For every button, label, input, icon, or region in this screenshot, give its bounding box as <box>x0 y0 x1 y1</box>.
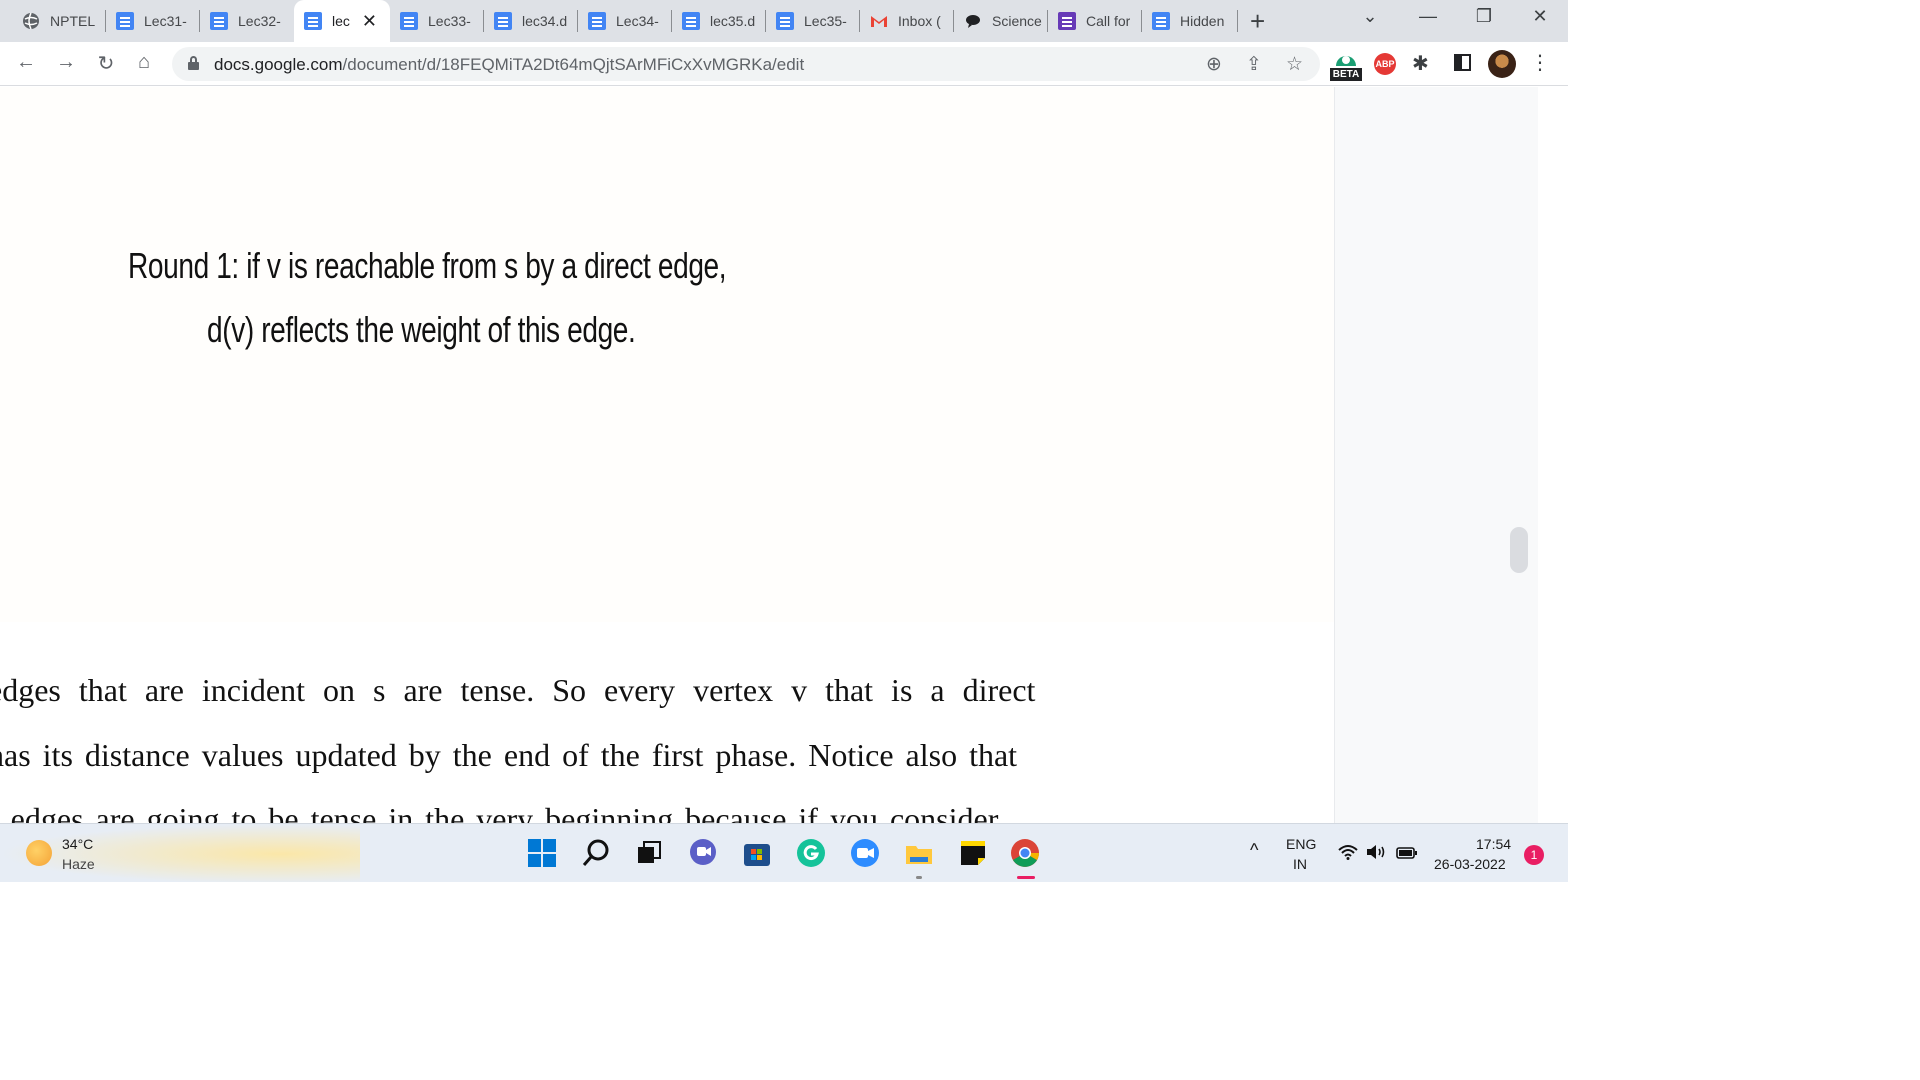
side-panel-icon[interactable] <box>1454 54 1471 71</box>
language-region[interactable]: IN <box>1293 856 1307 872</box>
close-tab-icon[interactable]: ✕ <box>362 11 377 32</box>
tab-lec34[interactable]: Lec34- <box>578 0 672 42</box>
notification-badge[interactable]: 1 <box>1524 845 1544 865</box>
chat-icon <box>966 15 980 28</box>
tab-lec31[interactable]: Lec31- <box>106 0 200 42</box>
active-app-indicator <box>1017 876 1035 879</box>
back-icon[interactable]: ← <box>12 51 40 74</box>
docs-icon <box>494 12 512 30</box>
adblock-icon[interactable]: ABP <box>1374 53 1396 75</box>
tab-lec35-doc[interactable]: lec35.d <box>672 0 766 42</box>
url-text[interactable]: docs.google.com/document/d/18FEQMiTA2Dt6… <box>214 55 804 75</box>
chrome-menu-icon[interactable]: ⋮ <box>1530 50 1550 75</box>
weather-temp[interactable]: 34°C <box>62 836 93 852</box>
wifi-icon[interactable] <box>1338 844 1358 865</box>
docs-icon <box>682 12 700 30</box>
app-running-indicator <box>916 876 922 879</box>
tab-nptel[interactable]: NPTEL <box>8 0 106 42</box>
scrollbar-track[interactable] <box>1538 87 1568 823</box>
clock-time[interactable]: 17:54 <box>1476 836 1511 852</box>
task-view-icon[interactable] <box>634 838 664 868</box>
tab-hidden[interactable]: Hidden <box>1142 0 1238 42</box>
tab-science[interactable]: Science <box>954 0 1048 42</box>
tab-lec-active[interactable]: lec ✕ <box>294 0 390 42</box>
extensions-puzzle-icon[interactable]: ✱ <box>1412 51 1429 76</box>
share-icon[interactable]: ⇪ <box>1246 53 1262 76</box>
language-indicator[interactable]: ENG <box>1286 836 1316 852</box>
zoom-app-icon[interactable] <box>850 838 880 868</box>
tab-strip: NPTEL Lec31- Lec32- lec ✕ Lec33- lec34.d… <box>0 0 1568 42</box>
tab-lec35[interactable]: Lec35- <box>766 0 860 42</box>
docs-icon <box>776 12 794 30</box>
show-hidden-icons-chevron-icon[interactable]: ^ <box>1250 840 1258 861</box>
document-page: Round 1: if v is reachable from s by a d… <box>0 87 1334 823</box>
sticky-notes-icon[interactable] <box>958 838 988 868</box>
browser-toolbar: ← → ↻ ⌂ docs.google.com/document/d/18FEQ… <box>0 42 1568 86</box>
address-bar[interactable]: docs.google.com/document/d/18FEQMiTA2Dt6… <box>172 47 1320 81</box>
grammarly-icon[interactable] <box>796 838 826 868</box>
document-paragraph-line: edges that are incident on s are tense. … <box>0 672 1036 708</box>
docs-icon <box>588 12 606 30</box>
docs-icon <box>400 12 418 30</box>
windows-taskbar: 34°C Haze ^ ENG IN 17:54 26-03-2022 1 <box>0 823 1568 882</box>
teams-chat-icon[interactable] <box>688 838 718 868</box>
battery-icon[interactable] <box>1396 846 1418 862</box>
lock-icon[interactable] <box>188 56 199 70</box>
clock-date[interactable]: 26-03-2022 <box>1434 856 1506 872</box>
document-paragraph-line: has its distance values updated by the e… <box>0 737 1018 773</box>
minimize-button[interactable]: — <box>1408 6 1448 27</box>
bookmark-star-icon[interactable]: ☆ <box>1286 53 1303 76</box>
weather-sun-icon[interactable] <box>26 840 52 866</box>
globe-icon <box>23 12 39 30</box>
tab-call-for[interactable]: Call for <box>1048 0 1142 42</box>
docs-icon <box>1152 12 1170 30</box>
file-explorer-icon[interactable] <box>904 838 934 868</box>
profile-avatar[interactable] <box>1488 50 1516 78</box>
restore-button[interactable]: ❐ <box>1464 6 1504 27</box>
close-window-button[interactable]: ✕ <box>1520 6 1560 27</box>
microsoft-store-icon[interactable] <box>742 838 772 868</box>
slide-line-1: Round 1: if v is reachable from s by a d… <box>128 245 727 286</box>
tab-lec34-doc[interactable]: lec34.d <box>484 0 578 42</box>
docs-icon <box>210 12 228 30</box>
forward-icon[interactable]: → <box>52 51 80 74</box>
tab-lec33[interactable]: Lec33- <box>390 0 484 42</box>
tab-lec32[interactable]: Lec32- <box>200 0 294 42</box>
slide-line-2: d(v) reflects the weight of this edge. <box>207 309 636 350</box>
search-icon[interactable] <box>581 838 611 868</box>
tab-search-dropdown[interactable]: ⌄ <box>1350 6 1390 27</box>
volume-icon[interactable] <box>1366 844 1388 863</box>
docs-icon <box>116 12 134 30</box>
new-tab-button[interactable]: + <box>1250 0 1280 42</box>
docs-side-panel <box>1334 87 1538 823</box>
forms-icon <box>1058 12 1076 30</box>
windows-start-icon[interactable] <box>527 838 557 868</box>
reload-icon[interactable]: ↻ <box>92 51 120 76</box>
home-icon[interactable]: ⌂ <box>130 51 158 74</box>
docs-icon <box>304 12 322 30</box>
weather-desc[interactable]: Haze <box>62 856 95 872</box>
zoom-icon[interactable]: ⊕ <box>1206 53 1222 76</box>
document-paragraph-line: r edges are going to be tense in the ver… <box>0 801 999 823</box>
gmail-icon <box>871 16 887 27</box>
chrome-icon[interactable] <box>1010 838 1040 868</box>
scrollbar-thumb[interactable] <box>1510 527 1528 573</box>
embedded-slide-image: Round 1: if v is reachable from s by a d… <box>0 87 1334 622</box>
tab-inbox[interactable]: Inbox ( <box>860 0 954 42</box>
beta-extension-icon[interactable]: BETA <box>1330 48 1362 82</box>
